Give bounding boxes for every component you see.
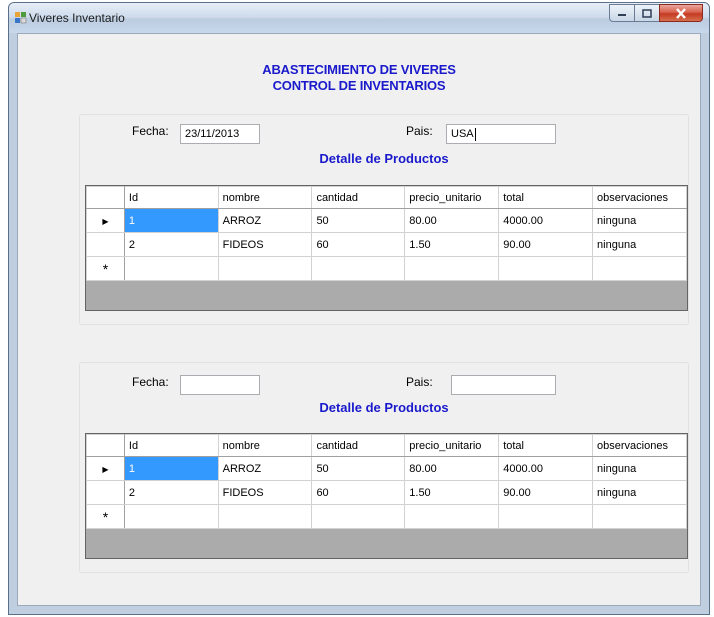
fecha-label: Fecha: — [132, 375, 169, 389]
maximize-button[interactable] — [634, 4, 659, 22]
grid-cell-new[interactable] — [498, 504, 594, 529]
grid-cell[interactable]: 80.00 — [404, 208, 500, 233]
row-arrow-icon: ▶ — [102, 216, 109, 226]
pais-input[interactable] — [451, 375, 556, 395]
grid-cell[interactable]: 50 — [311, 456, 406, 481]
fecha-input[interactable]: 23/11/2013 — [180, 124, 260, 144]
minimize-icon — [618, 14, 626, 16]
grid-cell[interactable]: 90.00 — [498, 480, 594, 505]
product-group-1: Fecha: 23/11/2013 Pais: USA Detalle de P… — [79, 114, 689, 325]
grid-corner-cell[interactable] — [86, 434, 125, 457]
grid-header-row: Id nombre cantidad precio_unitario total… — [86, 186, 687, 209]
grid-cell[interactable]: 4000.00 — [498, 456, 594, 481]
pais-input[interactable]: USA — [446, 124, 556, 144]
grid-cell-new[interactable] — [498, 256, 594, 281]
column-header-observaciones[interactable]: observaciones — [592, 434, 687, 457]
grid-cell-new[interactable] — [592, 504, 687, 529]
grid-cell[interactable]: 2 — [123, 480, 219, 505]
new-row: * — [86, 504, 687, 529]
close-button[interactable] — [659, 4, 703, 22]
column-header-nombre[interactable]: nombre — [217, 186, 313, 209]
grid-cell[interactable]: 90.00 — [498, 232, 594, 257]
app-icon — [15, 12, 27, 24]
pais-label: Pais: — [406, 124, 433, 138]
maximize-icon — [642, 8, 652, 18]
grid-cell-new[interactable] — [123, 256, 219, 281]
column-header-cantidad[interactable]: cantidad — [311, 186, 406, 209]
new-row-indicator[interactable]: * — [86, 256, 125, 281]
column-header-observaciones[interactable]: observaciones — [592, 186, 687, 209]
current-row-indicator[interactable]: ▶ — [86, 456, 125, 481]
grid-cell[interactable]: 60 — [311, 232, 406, 257]
grid-cell-new[interactable] — [217, 256, 313, 281]
title-bar[interactable]: Viveres Inventario — [9, 3, 709, 33]
grid-corner-cell[interactable] — [86, 186, 125, 209]
grid-cell[interactable]: 4000.00 — [498, 208, 594, 233]
caption-buttons — [609, 4, 703, 23]
table-row: 2 FIDEOS 60 1.50 90.00 ninguna — [86, 232, 687, 257]
row-header[interactable] — [86, 232, 125, 257]
form-heading-line2: CONTROL DE INVENTARIOS — [272, 78, 446, 93]
column-header-precio-unitario[interactable]: precio_unitario — [404, 186, 500, 209]
column-header-id[interactable]: Id — [123, 186, 219, 209]
grid-cell-new[interactable] — [123, 504, 219, 529]
close-icon — [676, 7, 686, 19]
grid-cell-new[interactable] — [592, 256, 687, 281]
main-window: Viveres Inventario ABASTECIMIENTO DE VIV… — [8, 2, 710, 615]
grid-cell-selected[interactable]: 1 — [123, 456, 219, 481]
new-row: * — [86, 256, 687, 281]
grid-cell[interactable]: 50 — [311, 208, 406, 233]
grid-cell[interactable]: ARROZ — [217, 208, 313, 233]
products-grid[interactable]: Id nombre cantidad precio_unitario total… — [85, 433, 688, 559]
grid-cell[interactable]: 2 — [123, 232, 219, 257]
column-header-id[interactable]: Id — [123, 434, 219, 457]
grid-cell[interactable]: ninguna — [592, 208, 687, 233]
minimize-button[interactable] — [609, 4, 634, 22]
grid-cell[interactable]: ARROZ — [217, 456, 313, 481]
row-header[interactable] — [86, 480, 125, 505]
window-title: Viveres Inventario — [29, 11, 125, 25]
grid-cell-new[interactable] — [404, 256, 500, 281]
new-row-indicator[interactable]: * — [86, 504, 125, 529]
grid-cell-new[interactable] — [217, 504, 313, 529]
grid-cell[interactable]: ninguna — [592, 232, 687, 257]
column-header-total[interactable]: total — [498, 434, 594, 457]
table-row: 2 FIDEOS 60 1.50 90.00 ninguna — [86, 480, 687, 505]
grid-cell[interactable]: FIDEOS — [217, 232, 313, 257]
row-arrow-icon: ▶ — [102, 464, 109, 474]
asterisk-icon: * — [102, 508, 109, 525]
form-heading-line1: ABASTECIMIENTO DE VIVERES — [262, 62, 456, 77]
table-row: ▶ 1 ARROZ 50 80.00 4000.00 ninguna — [86, 456, 687, 481]
grid-cell-new[interactable] — [311, 504, 406, 529]
form-client-area: ABASTECIMIENTO DE VIVERES CONTROL DE INV… — [17, 33, 701, 606]
fecha-label: Fecha: — [132, 124, 169, 138]
column-header-nombre[interactable]: nombre — [217, 434, 313, 457]
product-group-2: Fecha: Pais: Detalle de Productos Id nom… — [79, 362, 689, 573]
grid-cell[interactable]: 80.00 — [404, 456, 500, 481]
text-cursor — [474, 127, 476, 141]
grid-cell[interactable]: ninguna — [592, 480, 687, 505]
asterisk-icon: * — [102, 260, 109, 277]
grid-header-row: Id nombre cantidad precio_unitario total… — [86, 434, 687, 457]
grid-cell[interactable]: ninguna — [592, 456, 687, 481]
grid-cell[interactable]: 60 — [311, 480, 406, 505]
grid-title: Detalle de Productos — [319, 400, 449, 415]
grid-cell[interactable]: 1.50 — [404, 480, 500, 505]
grid-title: Detalle de Productos — [319, 151, 449, 166]
grid-cell-new[interactable] — [404, 504, 500, 529]
grid-cell[interactable]: 1.50 — [404, 232, 500, 257]
products-grid[interactable]: Id nombre cantidad precio_unitario total… — [85, 185, 688, 311]
fecha-input[interactable] — [180, 375, 260, 395]
grid-cell-new[interactable] — [311, 256, 406, 281]
pais-label: Pais: — [406, 375, 433, 389]
column-header-total[interactable]: total — [498, 186, 594, 209]
grid-cell[interactable]: FIDEOS — [217, 480, 313, 505]
grid-cell-selected[interactable]: 1 — [123, 208, 219, 233]
table-row: ▶ 1 ARROZ 50 80.00 4000.00 ninguna — [86, 208, 687, 233]
current-row-indicator[interactable]: ▶ — [86, 208, 125, 233]
column-header-precio-unitario[interactable]: precio_unitario — [404, 434, 500, 457]
column-header-cantidad[interactable]: cantidad — [311, 434, 406, 457]
